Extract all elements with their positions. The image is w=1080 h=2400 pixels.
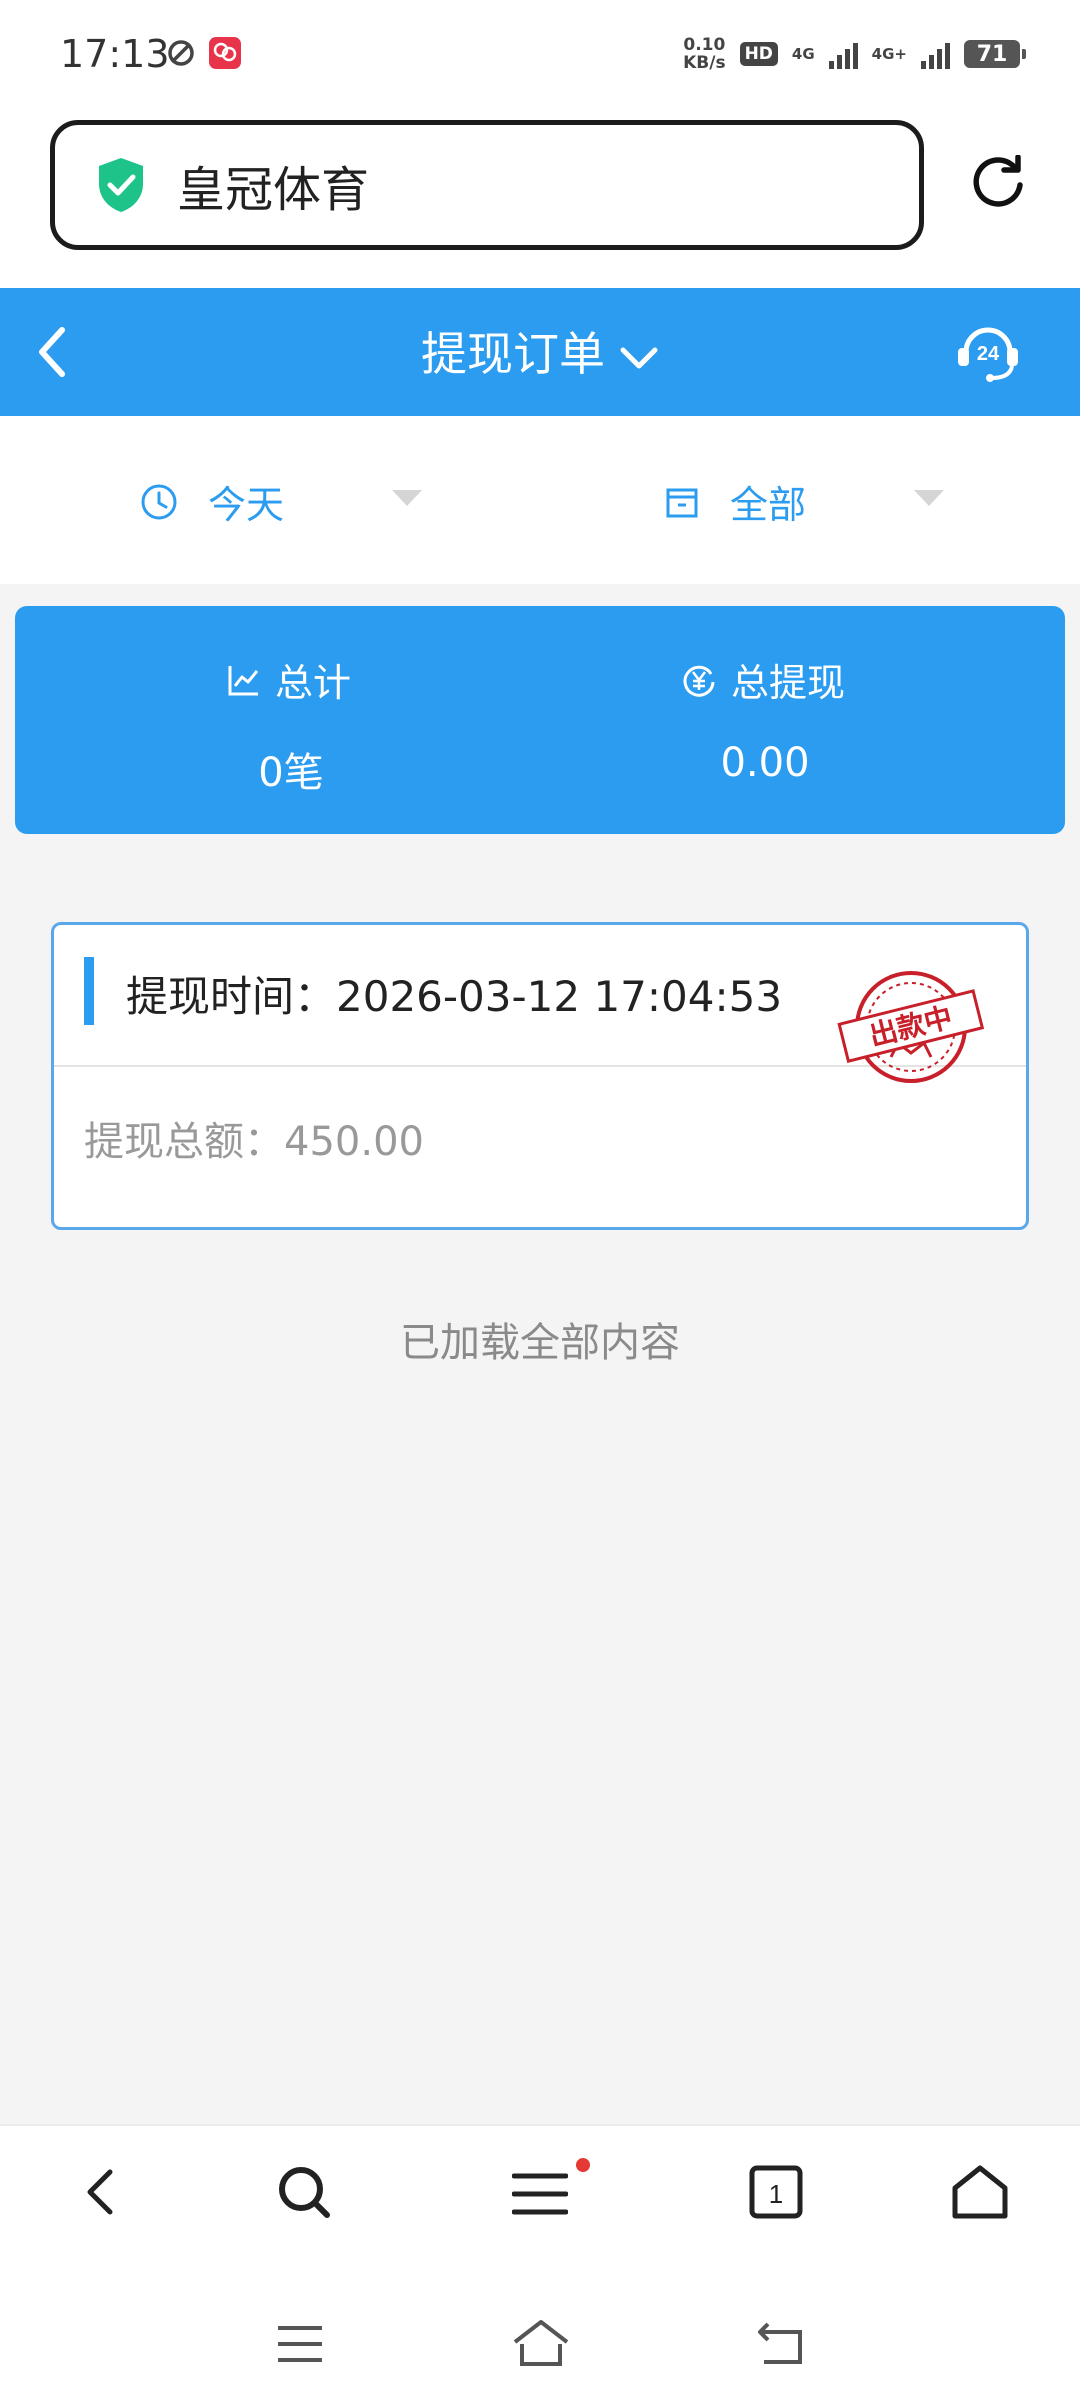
all-loaded-text: 已加载全部内容 bbox=[400, 1320, 680, 1366]
date-dropdown-arrow-icon[interactable] bbox=[392, 490, 422, 506]
battery-level: 71 bbox=[976, 41, 1008, 67]
system-back-icon[interactable] bbox=[756, 2320, 806, 2366]
tab-count: 1 bbox=[769, 2179, 783, 2209]
line-chart-icon bbox=[228, 665, 259, 695]
status-filter-label: 全部 bbox=[730, 483, 807, 527]
accent-bar bbox=[84, 957, 94, 1025]
sync-icon bbox=[168, 40, 194, 66]
order-time-value: 2026-03-12 17:04:53 bbox=[336, 972, 783, 1021]
total-count-value: 0笔 bbox=[258, 750, 324, 796]
browser-toolbar: 1 bbox=[0, 2124, 1080, 2400]
page-title-dropdown[interactable]: 提现订单 bbox=[0, 318, 1080, 384]
menu-icon[interactable] bbox=[512, 2170, 568, 2218]
total-count-label: 总计 bbox=[227, 652, 351, 707]
support-badge: 24 bbox=[977, 343, 1000, 365]
signal-1-icon bbox=[828, 39, 858, 69]
processing-stamp: 出款中 bbox=[837, 971, 985, 1083]
clock-icon bbox=[141, 484, 177, 519]
status-dropdown-arrow-icon[interactable] bbox=[914, 490, 944, 506]
battery-icon: 71 bbox=[964, 40, 1026, 68]
home-icon[interactable] bbox=[950, 2164, 1010, 2220]
filter-bar: 今天 全部 bbox=[0, 416, 1080, 584]
total-withdraw-value: 0.00 bbox=[720, 740, 810, 786]
page-title: 提现订单 bbox=[421, 327, 605, 381]
system-home-icon[interactable] bbox=[512, 2318, 570, 2368]
screen: 17:13 0.10 KB/s HD 4G 4G+ 71 皇冠体育 提现订单 2… bbox=[0, 0, 1080, 2400]
address-bar[interactable]: 皇冠体育 bbox=[50, 120, 924, 250]
order-time: 提现时间：2026-03-12 17:04:53 bbox=[126, 963, 782, 1024]
archive-box-icon bbox=[666, 488, 698, 517]
order-amount: 提现总额：450.00 bbox=[84, 1109, 424, 1167]
shield-check-icon bbox=[99, 158, 143, 212]
net-speed: 0.10 KB/s bbox=[683, 36, 725, 72]
order-time-label: 提现时间： bbox=[126, 972, 337, 1021]
total-withdraw-label: 总提现 bbox=[681, 652, 845, 707]
sim1-net: 4G bbox=[791, 45, 815, 63]
date-filter[interactable]: 今天 bbox=[140, 474, 284, 529]
chevron-down-icon bbox=[620, 347, 658, 368]
menu-notification-dot bbox=[576, 2158, 590, 2172]
net-speed-unit: KB/s bbox=[683, 53, 726, 73]
status-time: 17:13 bbox=[60, 32, 170, 76]
customer-service-icon[interactable]: 24 bbox=[954, 316, 1022, 384]
order-amount-label: 提现总额： bbox=[84, 1119, 284, 1165]
net-speed-value: 0.10 bbox=[683, 35, 726, 55]
recents-icon[interactable] bbox=[276, 2324, 324, 2364]
total-withdraw-text: 总提现 bbox=[731, 661, 846, 705]
sim2-net: 4G+ bbox=[871, 45, 907, 63]
signal-2-icon bbox=[921, 39, 950, 69]
app-header: 提现订单 24 bbox=[0, 288, 1080, 416]
summary-card: 总计 0笔 总提现 0.00 bbox=[15, 606, 1065, 834]
address-bar-area: 皇冠体育 bbox=[0, 110, 1080, 288]
withdraw-order-card[interactable]: 提现时间：2026-03-12 17:04:53 提现总额：450.00 出款中 bbox=[51, 922, 1029, 1230]
order-amount-value: 450.00 bbox=[284, 1119, 424, 1165]
status-bar: 17:13 0.10 KB/s HD 4G 4G+ 71 bbox=[0, 0, 1080, 110]
hd-badge: HD bbox=[739, 42, 778, 66]
reload-icon[interactable] bbox=[970, 155, 1026, 211]
status-right: 0.10 KB/s HD 4G 4G+ 71 bbox=[683, 36, 1026, 72]
site-name: 皇冠体育 bbox=[177, 162, 370, 218]
browser-back-icon[interactable] bbox=[80, 2164, 120, 2220]
total-count-text: 总计 bbox=[275, 661, 352, 705]
date-filter-label: 今天 bbox=[208, 483, 285, 527]
yuan-circle-icon bbox=[683, 665, 715, 697]
tabs-icon[interactable]: 1 bbox=[748, 2164, 804, 2220]
status-filter[interactable]: 全部 bbox=[664, 474, 806, 529]
app-notification-icon bbox=[209, 37, 241, 69]
search-icon[interactable] bbox=[276, 2164, 332, 2220]
